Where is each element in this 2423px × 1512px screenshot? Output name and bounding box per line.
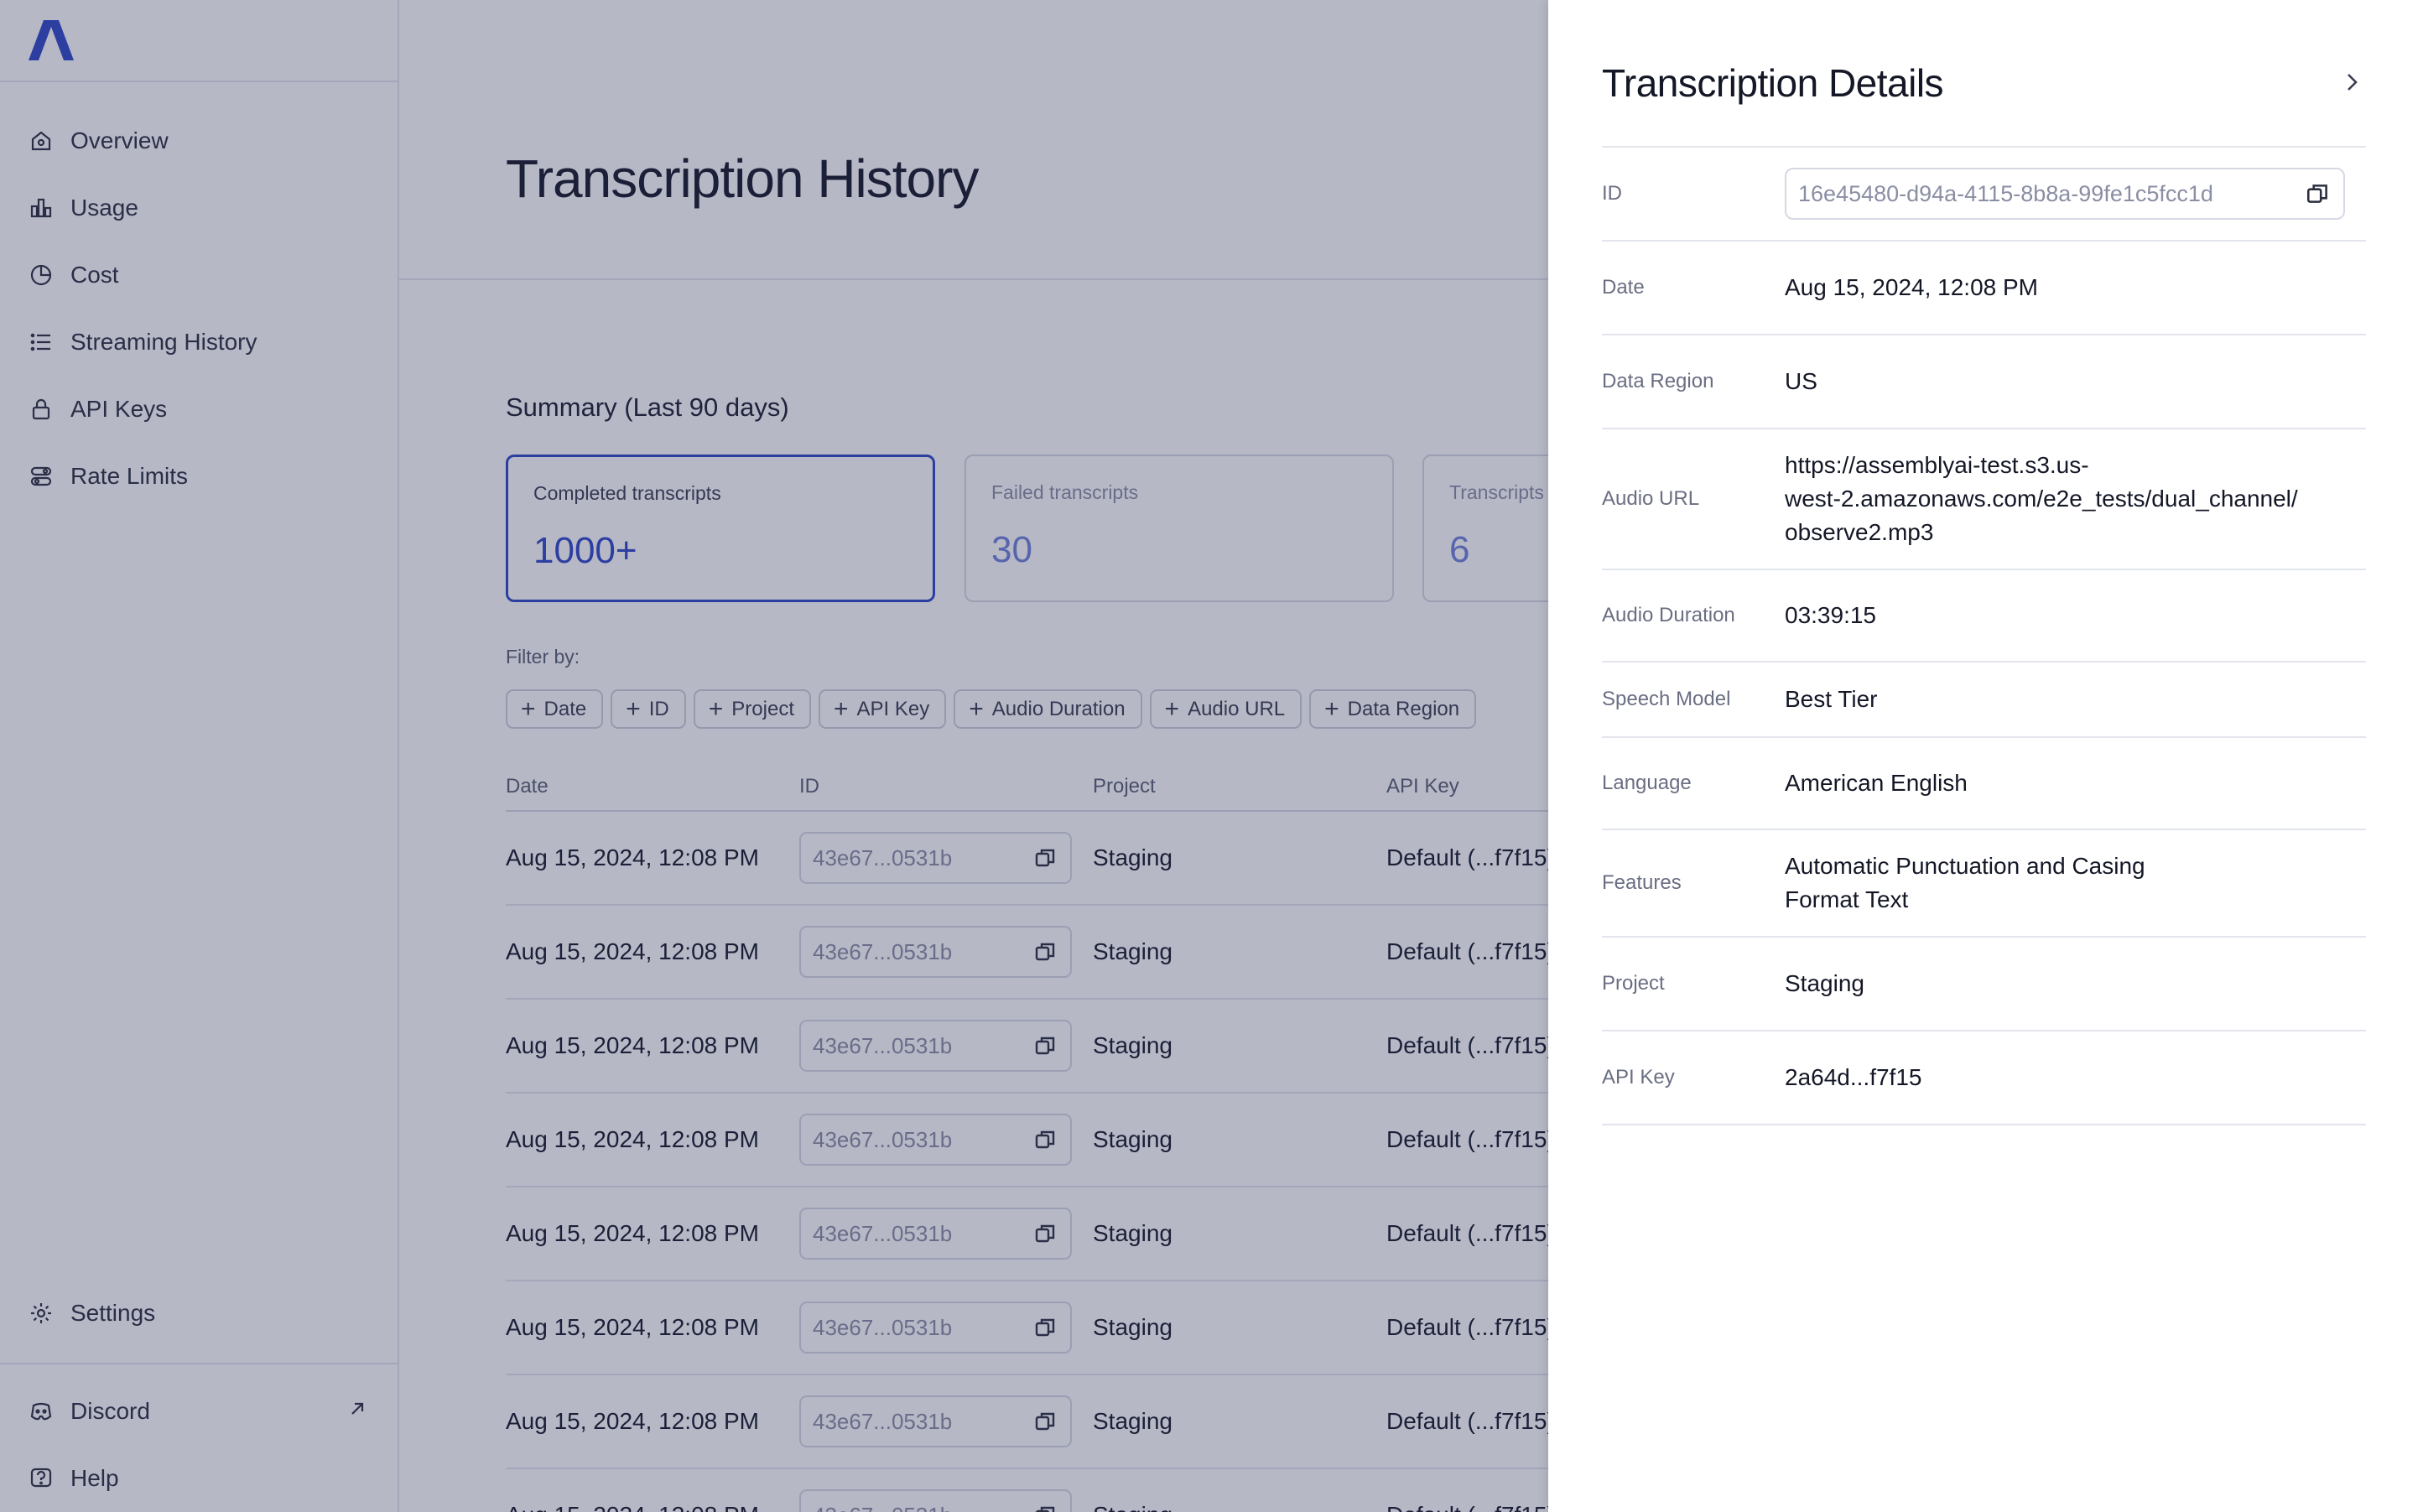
feature-item: Automatic Punctuation and Casing [1785,853,2145,879]
details-list: ID 16e45480-d94a-4115-8b8a-99fe1c5fcc1d … [1602,146,2366,1125]
detail-value: 03:39:15 [1785,602,1876,628]
audio-url-value[interactable]: https://assemblyai-test.s3.us- west-2.am… [1785,449,2298,549]
transcript-id-field[interactable]: 16e45480-d94a-4115-8b8a-99fe1c5fcc1d [1785,168,2345,220]
transcription-details-drawer: Transcription Details ID 16e45480-d94a-4… [1548,0,2423,1512]
detail-row-date: Date Aug 15, 2024, 12:08 PM [1602,242,2366,335]
detail-row-audio-duration: Audio Duration 03:39:15 [1602,570,2366,662]
detail-value: American English [1785,770,1968,796]
detail-label: Data Region [1602,370,1714,392]
detail-label: API Key [1602,1066,1675,1089]
transcript-id-value: 16e45480-d94a-4115-8b8a-99fe1c5fcc1d [1798,180,2213,206]
detail-row-project: Project Staging [1602,938,2366,1031]
close-drawer-button[interactable] [2335,65,2368,99]
feature-item: Format Text [1785,886,1909,912]
audio-url-line: https://assemblyai-test.s3.us- [1785,452,2089,478]
detail-row-data-region: Data Region US [1602,335,2366,429]
detail-label: Audio URL [1602,487,1700,510]
detail-row-speech-model: Speech Model Best Tier [1602,662,2366,738]
detail-row-api-key: API Key 2a64d...f7f15 [1602,1031,2366,1125]
features-value: Automatic Punctuation and Casing Format … [1785,850,2145,917]
audio-url-line: west-2.amazonaws.com/e2e_tests/dual_chan… [1785,486,2298,512]
drawer-title: Transcription Details [1602,61,1944,105]
copy-icon[interactable] [2305,180,2332,207]
detail-label: Speech Model [1602,688,1731,710]
detail-value: US [1785,368,1817,394]
detail-value: Best Tier [1785,686,1878,712]
detail-label: Features [1602,871,1682,894]
detail-row-id: ID 16e45480-d94a-4115-8b8a-99fe1c5fcc1d [1602,148,2366,242]
detail-row-language: Language American English [1602,738,2366,830]
detail-label: ID [1602,182,1622,205]
detail-value: Aug 15, 2024, 12:08 PM [1785,274,2038,300]
detail-label: Audio Duration [1602,604,1735,626]
detail-row-features: Features Automatic Punctuation and Casin… [1602,830,2366,938]
detail-label: Date [1602,276,1645,299]
detail-row-audio-url: Audio URL https://assemblyai-test.s3.us-… [1602,429,2366,570]
chevron-right-icon [2348,74,2358,91]
detail-value: 2a64d...f7f15 [1785,1064,1922,1090]
audio-url-line: observe2.mp3 [1785,519,1934,545]
detail-value: Staging [1785,970,1864,996]
detail-label: Project [1602,972,1665,995]
detail-label: Language [1602,772,1692,794]
